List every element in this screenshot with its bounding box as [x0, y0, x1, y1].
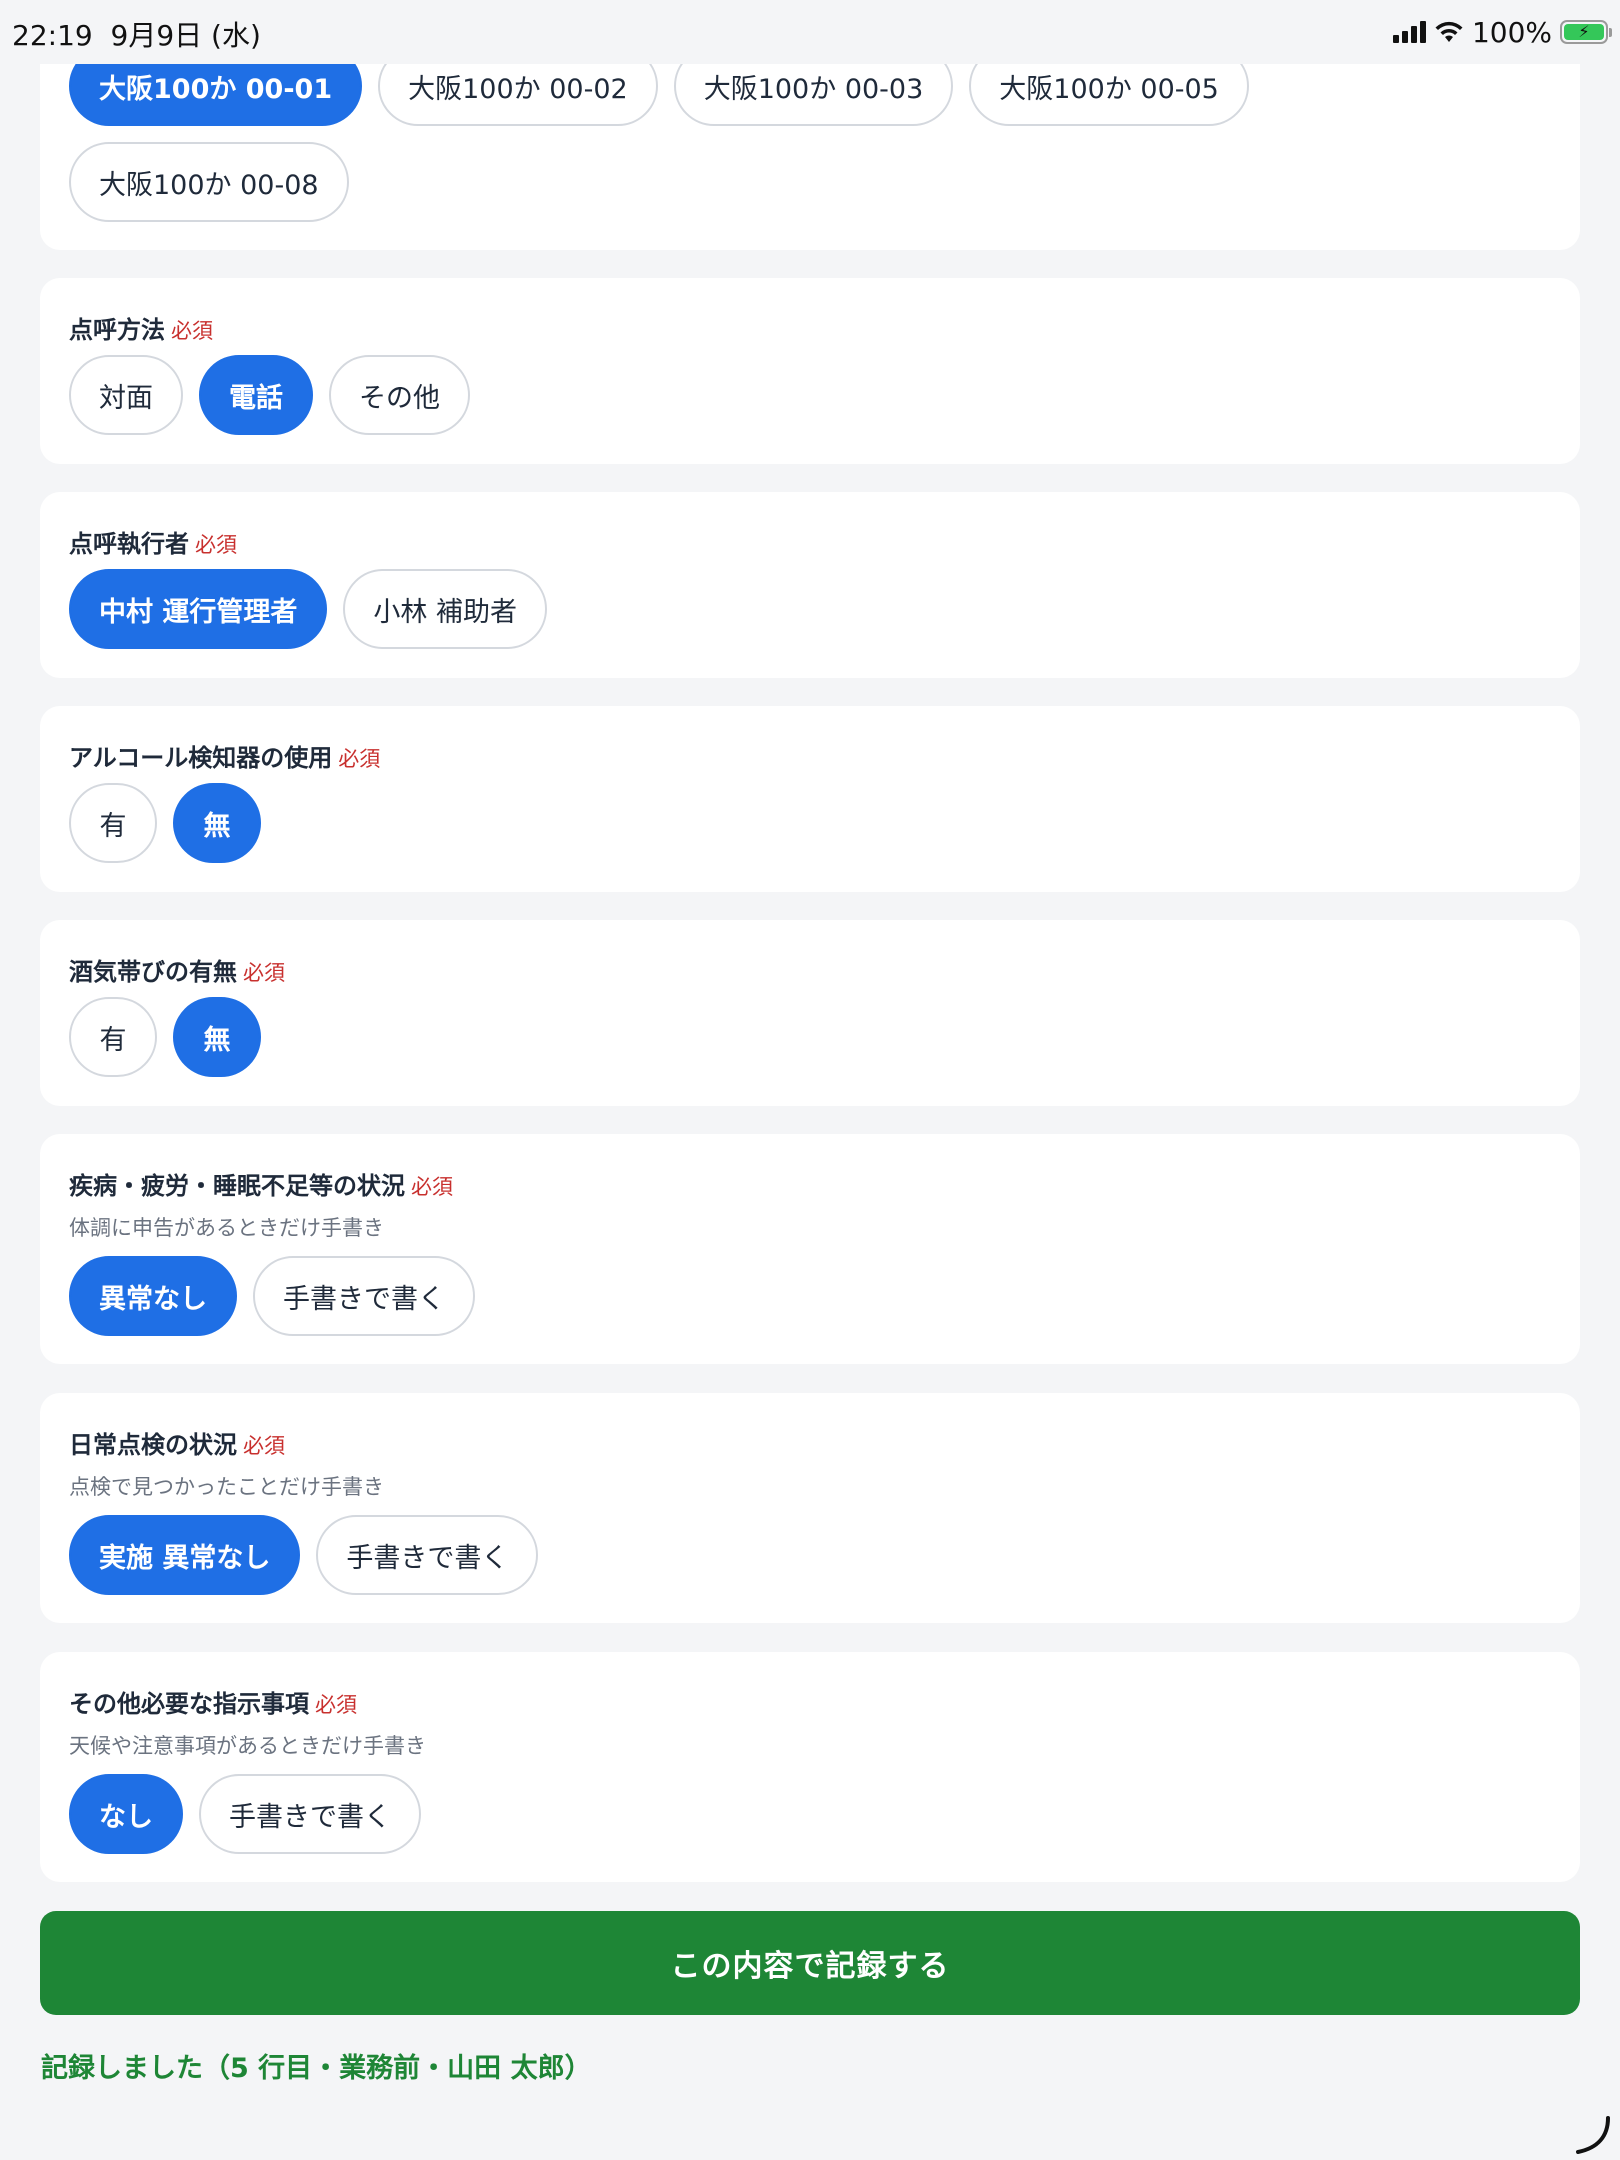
record-button[interactable]: この内容で記録する	[40, 1911, 1580, 2015]
required-badge: 必須	[243, 1434, 285, 1458]
result-message: 記録しました（5 行目・業務前・山田 太郎）	[41, 2053, 592, 2084]
health-option[interactable]: 手書きで書く	[253, 1256, 475, 1336]
required-badge: 必須	[338, 747, 381, 771]
executor-option[interactable]: 中村 運行管理者	[69, 569, 328, 649]
vehicles-option[interactable]: 大阪100か 00-08	[69, 142, 349, 222]
executor-card: 点呼執行者 必須 中村 運行管理者 小林 補助者	[40, 492, 1580, 678]
battery-icon: ⚡	[1560, 20, 1612, 44]
battery-level: ⚡	[1564, 24, 1604, 40]
required-badge: 必須	[411, 1175, 453, 1199]
alcohol-detector-card: アルコール検知器の使用 必須 有無	[40, 706, 1580, 892]
vehicle-card: 大阪100か 00-01 大阪100か 00-02 大阪100か 00-03 大阪10…	[40, 40, 1580, 250]
alcohol-presence-options: 有無	[69, 997, 1369, 1077]
method-option[interactable]: その他	[329, 355, 470, 435]
required-badge: 必須	[195, 533, 237, 557]
executor-title: 点呼執行者 必須	[69, 530, 237, 558]
daily-check-options: 実施 異常なし 手書きで書く	[69, 1515, 1369, 1595]
instructions-card: その他必要な指示事項 必須 天候や注意事項があるときだけ手書き なし 手書きで書く	[40, 1652, 1580, 1882]
alcohol-presence-title: 酒気帯びの有無 必須	[69, 958, 285, 986]
daily-check-option[interactable]: 実施 異常なし	[69, 1515, 301, 1595]
required-badge: 必須	[171, 319, 213, 343]
required-badge: 必須	[315, 1693, 357, 1717]
status-bar: 22:19 9月9日 (水) 100% ⚡	[0, 0, 1620, 64]
method-option[interactable]: 対面	[69, 355, 183, 435]
health-option[interactable]: 異常なし	[69, 1256, 237, 1336]
instructions-title: その他必要な指示事項 必須	[69, 1690, 357, 1718]
instructions-option[interactable]: なし	[69, 1774, 183, 1854]
cellular-signal-icon	[1392, 21, 1426, 43]
vehicle-options: 大阪100か 00-01 大阪100か 00-02 大阪100か 00-03 大阪10…	[69, 46, 1399, 222]
alcohol-detector-options: 有無	[69, 783, 1369, 863]
instructions-options: なし 手書きで書く	[69, 1774, 1369, 1854]
status-date: 9月9日 (水)	[110, 19, 261, 52]
daily-check-title: 日常点検の状況 必須	[69, 1431, 285, 1459]
method-option[interactable]: 電話	[199, 355, 313, 435]
health-subtitle: 体調に申告があるときだけ手書き	[69, 1216, 384, 1240]
wifi-icon	[1435, 21, 1463, 42]
status-time: 22:19	[12, 19, 93, 52]
instructions-subtitle: 天候や注意事項があるときだけ手書き	[69, 1734, 426, 1758]
alcohol-detector-title: アルコール検知器の使用 必須	[69, 744, 381, 772]
alcohol-presence-option[interactable]: 無	[173, 997, 261, 1077]
required-badge: 必須	[243, 961, 285, 985]
executor-options: 中村 運行管理者 小林 補助者	[69, 569, 1369, 649]
daily-check-subtitle: 点検で見つかったことだけ手書き	[69, 1475, 384, 1499]
health-title: 疾病・疲労・睡眠不足等の状況 必須	[69, 1172, 453, 1200]
method-title: 点呼方法 必須	[69, 316, 213, 344]
health-card: 疾病・疲労・睡眠不足等の状況 必須 体調に申告があるときだけ手書き 異常なし 手書き…	[40, 1134, 1580, 1364]
health-options: 異常なし 手書きで書く	[69, 1256, 1369, 1336]
method-options: 対面 電話 その他	[69, 355, 1369, 435]
status-indicators: 100% ⚡	[1392, 14, 1612, 50]
daily-check-card: 日常点検の状況 必須 点検で見つかったことだけ手書き 実施 異常なし 手書きで書く	[40, 1393, 1580, 1623]
alcohol-presence-card: 酒気帯びの有無 必須 有無	[40, 920, 1580, 1106]
alcohol-detector-option[interactable]: 有	[69, 783, 157, 863]
alcohol-detector-option[interactable]: 無	[173, 783, 261, 863]
executor-option[interactable]: 小林 補助者	[343, 569, 547, 649]
status-time-date: 22:19 9月9日 (水)	[12, 14, 261, 54]
method-card: 点呼方法 必須 対面 電話 その他	[40, 278, 1580, 464]
battery-percent: 100%	[1471, 15, 1552, 49]
alcohol-presence-option[interactable]: 有	[69, 997, 157, 1077]
daily-check-option[interactable]: 手書きで書く	[316, 1515, 539, 1595]
instructions-option[interactable]: 手書きで書く	[199, 1774, 421, 1854]
resize-handle-icon	[1576, 2116, 1610, 2154]
